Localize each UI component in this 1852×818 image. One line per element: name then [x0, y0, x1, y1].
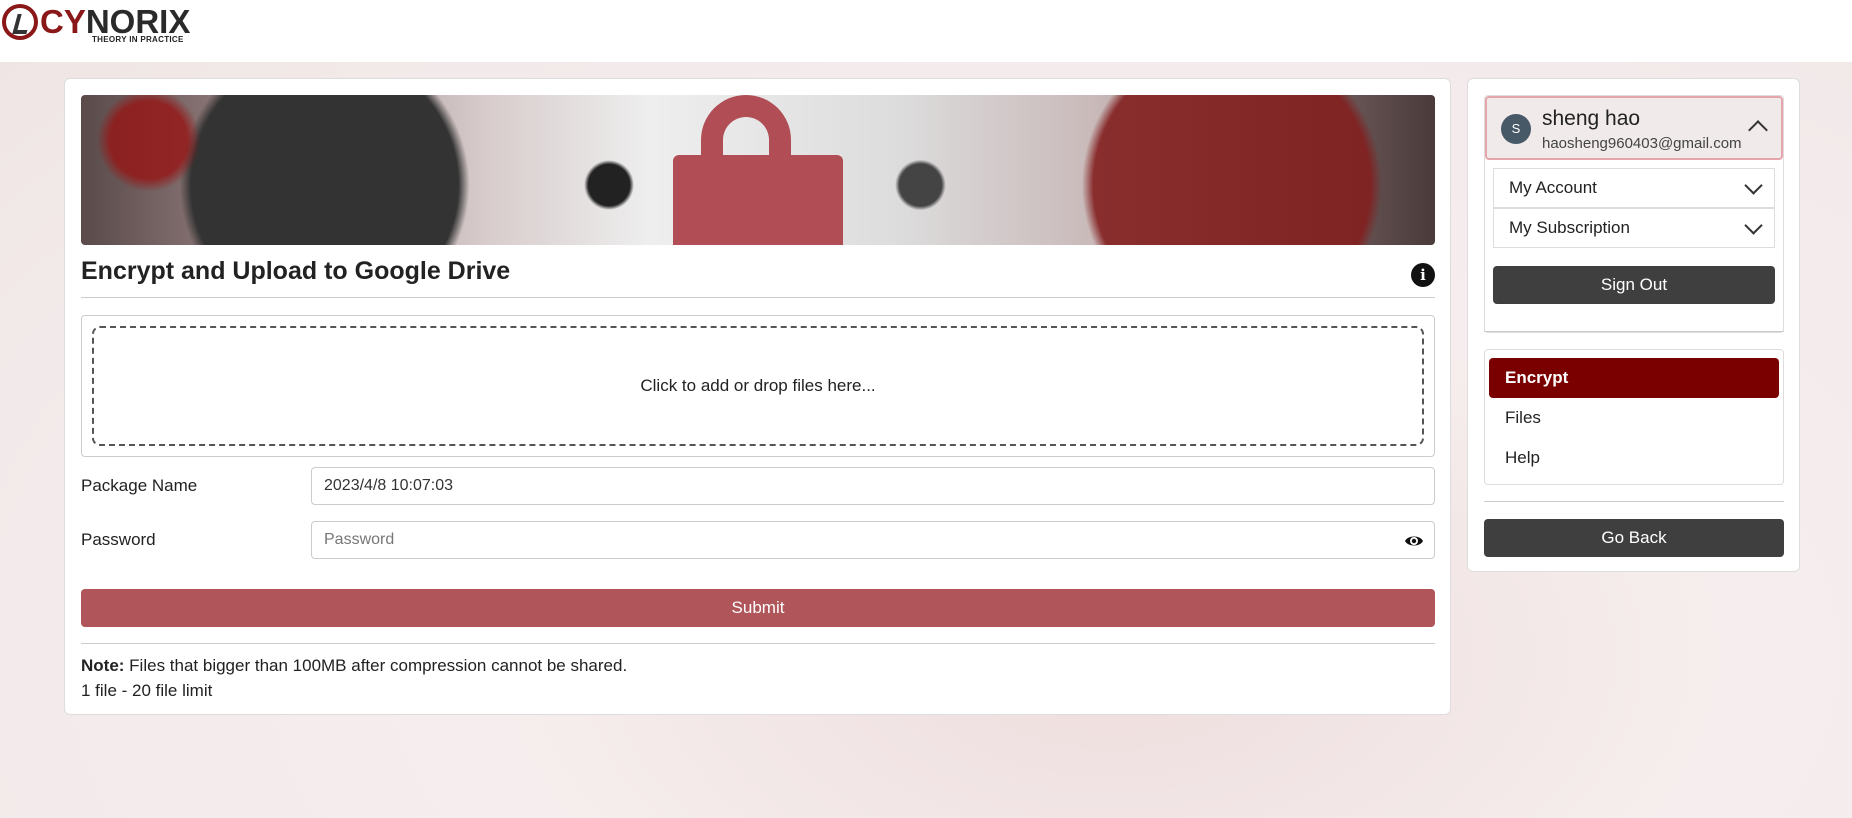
sidebar-nav: Encrypt Files Help	[1484, 349, 1784, 485]
file-limit-text: 1 file - 20 file limit	[81, 681, 213, 700]
nav-item-encrypt[interactable]: Encrypt	[1489, 358, 1779, 398]
avatar: S	[1501, 114, 1531, 144]
user-header-toggle[interactable]: S sheng hao haosheng960403@gmail.com	[1485, 96, 1783, 160]
nav-item-help[interactable]: Help	[1489, 438, 1779, 478]
divider	[1484, 331, 1784, 332]
divider	[81, 643, 1435, 644]
password-input[interactable]: Password	[311, 521, 1435, 559]
nav-item-files[interactable]: Files	[1489, 398, 1779, 438]
password-placeholder: Password	[324, 531, 395, 548]
top-bar: CYNORIX THEORY IN PRACTICE	[0, 0, 1852, 62]
security-banner-image	[81, 95, 1435, 245]
logo-tagline: THEORY IN PRACTICE	[92, 35, 184, 44]
password-label: Password	[81, 530, 156, 549]
logo-mark-icon	[2, 4, 38, 40]
chevron-up-icon	[1748, 120, 1768, 140]
note-text: Files that bigger than 100MB after compr…	[124, 656, 628, 675]
note-label: Note:	[81, 656, 125, 675]
user-panel: S sheng hao haosheng960403@gmail.com My …	[1484, 95, 1784, 333]
my-subscription-label: My Subscription	[1509, 218, 1630, 237]
encrypt-card: Encrypt and Upload to Google Drive i Cli…	[64, 78, 1451, 715]
user-email: haosheng960403@gmail.com	[1542, 135, 1742, 152]
package-name-label: Package Name	[81, 476, 198, 495]
package-name-input[interactable]: 2023/4/8 10:07:03	[311, 467, 1435, 505]
divider	[81, 297, 1435, 298]
chevron-down-icon	[1744, 216, 1763, 235]
chevron-down-icon	[1744, 176, 1763, 195]
page-title: Encrypt and Upload to Google Drive	[81, 257, 511, 285]
my-subscription-accordion[interactable]: My Subscription	[1493, 208, 1775, 248]
sidebar-card: S sheng hao haosheng960403@gmail.com My …	[1467, 78, 1800, 572]
upload-note: Note: Files that bigger than 100MB after…	[81, 653, 627, 703]
sign-out-button[interactable]: Sign Out	[1493, 266, 1775, 304]
dropzone-text: Click to add or drop files here...	[640, 376, 876, 395]
padlock-icon	[673, 95, 843, 245]
eye-icon[interactable]	[1404, 531, 1424, 551]
info-icon[interactable]: i	[1411, 263, 1435, 287]
submit-button[interactable]: Submit	[81, 589, 1435, 627]
user-name: sheng hao	[1542, 107, 1641, 130]
file-dropzone-container: Click to add or drop files here...	[81, 315, 1435, 457]
my-account-label: My Account	[1509, 178, 1597, 197]
go-back-button[interactable]: Go Back	[1484, 519, 1784, 557]
cynorix-logo[interactable]: CYNORIX THEORY IN PRACTICE	[2, 2, 202, 46]
divider	[1484, 501, 1784, 502]
my-account-accordion[interactable]: My Account	[1493, 168, 1775, 208]
file-dropzone[interactable]: Click to add or drop files here...	[92, 326, 1424, 446]
